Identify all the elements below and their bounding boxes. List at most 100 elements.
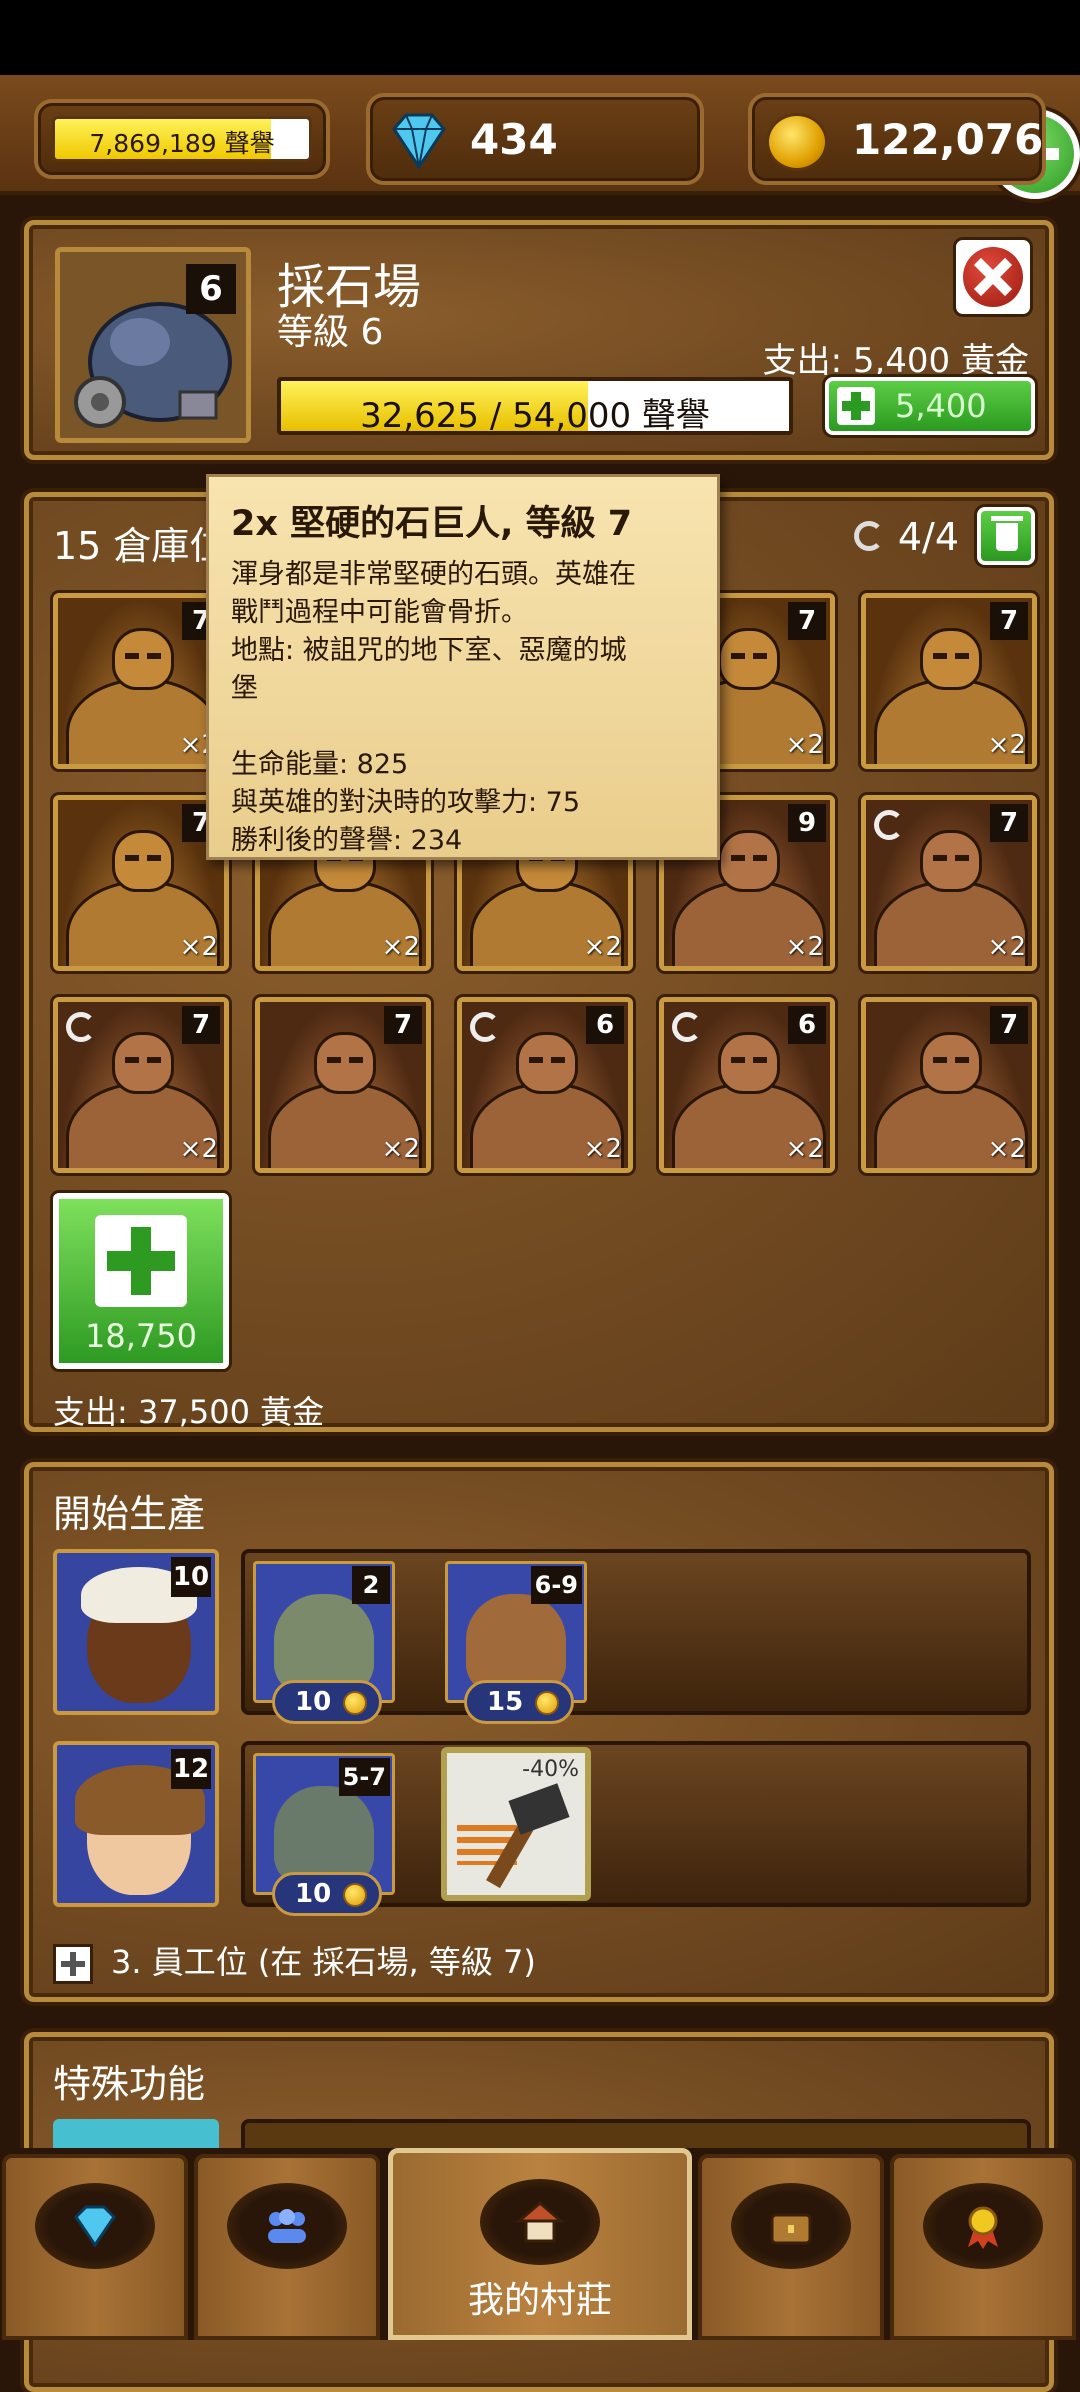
storage-cell[interactable]: 6 ×2	[659, 997, 835, 1173]
monster-tooltip: 2x 堅硬的石巨人, 等級 7 渾身都是非常堅硬的石頭。英雄在 戰鬥過程中可能會…	[206, 474, 720, 860]
gargoyle-icon	[274, 1786, 374, 1886]
cell-count: ×2	[381, 1134, 420, 1164]
item-cost-value: 15	[487, 1687, 524, 1717]
item-cost: 10	[272, 1680, 382, 1724]
worker-level: 12	[171, 1749, 211, 1789]
status-bar	[0, 0, 1080, 75]
storage-cell[interactable]: 7×2	[53, 593, 229, 769]
tooltip-hp: 生命能量: 825	[231, 749, 409, 780]
nav-tab-village[interactable]: 我的村莊	[388, 2148, 692, 2340]
tooltip-title: 2x 堅硬的石巨人, 等級 7	[231, 504, 633, 544]
tooltip-fame: 勝利後的聲譽: 234	[231, 825, 463, 856]
trash-icon	[991, 516, 1023, 551]
golem-head	[112, 628, 174, 690]
golem-eye	[125, 653, 139, 659]
cell-level: 7	[384, 1006, 422, 1044]
golem-eye	[731, 653, 745, 659]
storage-cell[interactable]: 7×2	[861, 795, 1037, 971]
storage-title: 15 倉庫位	[53, 524, 228, 568]
tooltip-gap	[231, 708, 695, 746]
worker-2-portrait[interactable]: 12	[53, 1741, 219, 1907]
cell-count: ×2	[583, 932, 622, 962]
cell-count: ×2	[583, 1134, 622, 1164]
golem-head	[718, 1032, 780, 1094]
golem-eye	[933, 1057, 947, 1063]
golem-eye	[125, 855, 139, 861]
tooltip-attack: 與英雄的對決時的攻擊力: 75	[231, 787, 581, 818]
item-cost: 15	[464, 1680, 574, 1724]
production-queue-1: 2 10 6-9 15	[241, 1549, 1031, 1724]
item-cost: 10	[272, 1872, 382, 1916]
cell-count: ×2	[179, 1134, 218, 1164]
tooltip-desc: 戰鬥過程中可能會骨折。	[231, 597, 528, 628]
refresh-slot-count[interactable]: 4/4	[853, 515, 959, 559]
refresh-icon	[874, 810, 904, 840]
speed-boost-item[interactable]: -40%	[441, 1747, 591, 1901]
cell-level: 7	[990, 1006, 1028, 1044]
upgrade-progress-bar: 32,625 / 54,000 聲譽	[277, 377, 793, 435]
golem-eye	[529, 1057, 543, 1063]
item-cost-value: 10	[295, 1687, 332, 1717]
chest-icon	[770, 2213, 812, 2245]
golem-head	[718, 628, 780, 690]
fame-value: 7,869,189 聲譽	[89, 129, 275, 158]
cell-count: ×2	[987, 932, 1026, 962]
cell-count: ×2	[785, 932, 824, 962]
golem-eye	[731, 1057, 745, 1063]
diamond-icon	[74, 2205, 116, 2248]
golem-head	[718, 830, 780, 892]
cell-level: 6	[788, 1006, 826, 1044]
golem-eye	[753, 855, 767, 861]
golem-eye	[147, 653, 161, 659]
refresh-icon	[470, 1012, 500, 1042]
cell-count: ×2	[381, 932, 420, 962]
nav-label: 我的村莊	[467, 2280, 612, 2321]
trash-button[interactable]	[977, 507, 1035, 565]
close-button[interactable]	[953, 237, 1033, 317]
item-level: 6-9	[530, 1566, 582, 1604]
production-item[interactable]: 5-7 10	[253, 1753, 395, 1916]
storage-cell[interactable]: 6 ×2	[457, 997, 633, 1173]
nav-tab-shop[interactable]	[2, 2154, 188, 2340]
nav-tab-guild[interactable]	[194, 2154, 380, 2340]
storage-cell[interactable]: 7×2	[861, 593, 1037, 769]
golem-head	[314, 1032, 376, 1094]
storage-cell[interactable]: 7 ×2	[861, 997, 1037, 1173]
plus-icon	[837, 387, 875, 425]
production-item[interactable]: 6-9 15	[445, 1561, 587, 1724]
golem-eye	[327, 1057, 341, 1063]
cell-count: ×2	[179, 932, 218, 962]
storage-cell[interactable]: 7 ×2	[255, 997, 431, 1173]
gold-count: 122,076	[852, 115, 1044, 164]
bottom-nav: 我的村莊	[0, 2148, 1080, 2340]
cell-count: ×2	[987, 1134, 1026, 1164]
add-worker-slot[interactable]: 3. 員工位 (在 採石場, 等級 7)	[53, 1937, 536, 1984]
nav-tab-achievements[interactable]	[890, 2154, 1076, 2340]
golem-eye	[349, 1057, 363, 1063]
coin-icon	[343, 1691, 367, 1715]
production-item[interactable]: 2 10	[253, 1561, 395, 1724]
upgrade-button[interactable]: 5,400	[825, 377, 1035, 435]
golem-eye	[933, 855, 947, 861]
add-storage-slot-button[interactable]: 18,750	[53, 1193, 229, 1369]
gem-display: 434	[366, 93, 1080, 199]
production-title: 開始生產	[53, 1492, 206, 1536]
storage-cell[interactable]: 7×2	[53, 997, 229, 1173]
nav-tab-inventory[interactable]	[698, 2154, 884, 2340]
golem-eye	[147, 1057, 161, 1063]
storage-expense: 支出: 37,500 黃金	[53, 1393, 325, 1431]
golem-eye	[955, 1057, 969, 1063]
add-slot-cost: 18,750	[85, 1317, 197, 1355]
cell-level: 9	[788, 804, 826, 842]
golem-eye	[147, 855, 161, 861]
refresh-icon	[853, 521, 884, 551]
hammer-icon	[508, 1783, 570, 1835]
cell-count: ×2	[785, 1134, 824, 1164]
production-panel: 開始生產 10 2 10 6-9 15 12 5-7 10 -40% 3. 員工…	[24, 1462, 1054, 2002]
item-level: 5-7	[338, 1758, 390, 1796]
worker-1-portrait[interactable]: 10	[53, 1549, 219, 1715]
golem-eye	[955, 855, 969, 861]
close-icon	[963, 247, 1023, 307]
golem-icon	[466, 1594, 566, 1694]
storage-cell[interactable]: 7×2	[53, 795, 229, 971]
